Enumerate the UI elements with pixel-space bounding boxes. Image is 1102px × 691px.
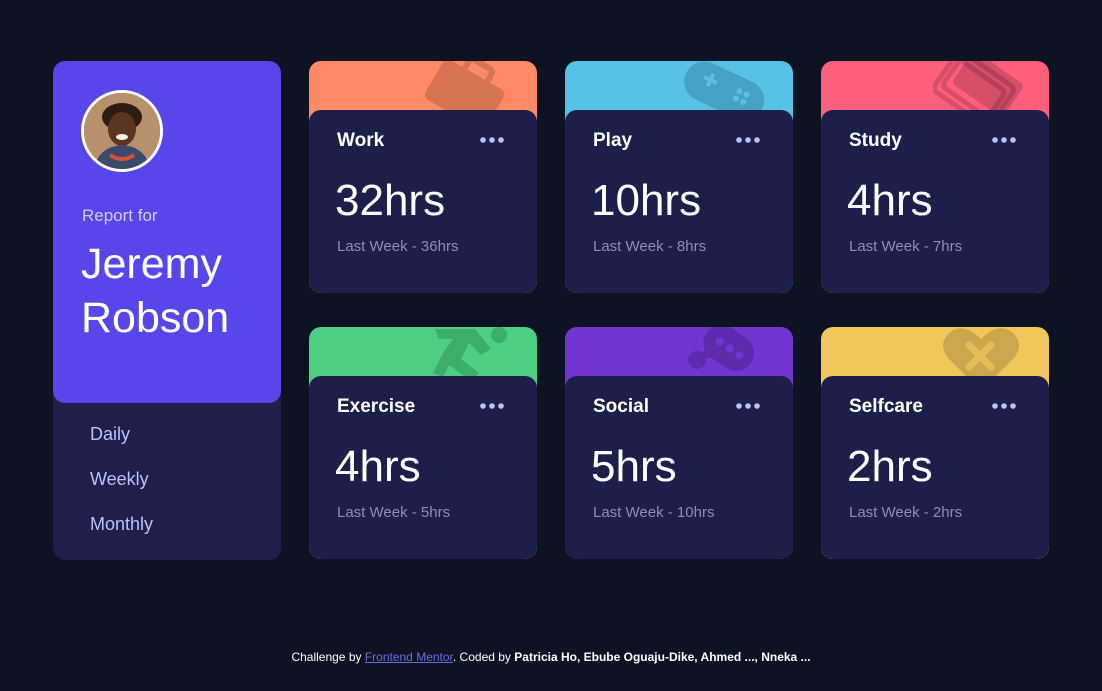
- selfcare-card-body[interactable]: Selfcare 2hrs Last Week - 2hrs: [821, 376, 1049, 559]
- play-card: Play 10hrs Last Week - 8hrs: [565, 61, 793, 293]
- study-card-body[interactable]: Study 4hrs Last Week - 7hrs: [821, 110, 1049, 293]
- ellipsis-icon[interactable]: [735, 132, 761, 148]
- period-daily[interactable]: Daily: [90, 419, 153, 464]
- work-card-body[interactable]: Work 32hrs Last Week - 36hrs: [309, 110, 537, 293]
- current-hours: 5hrs: [591, 442, 677, 491]
- current-hours: 4hrs: [335, 442, 421, 491]
- period-weekly[interactable]: Weekly: [90, 464, 153, 509]
- previous-hours: Last Week - 7hrs: [849, 238, 963, 255]
- current-hours: 10hrs: [591, 176, 702, 225]
- period-monthly[interactable]: Monthly: [90, 509, 153, 554]
- selfcare-card: Selfcare 2hrs Last Week - 2hrs: [821, 327, 1049, 559]
- attribution-authors: Patricia Ho, Ebube Oguaju-Dike, Ahmed ..…: [514, 650, 811, 664]
- user-name: Jeremy Robson: [81, 237, 271, 345]
- current-hours: 2hrs: [847, 442, 933, 491]
- profile-card: Report for Jeremy Robson Daily Weekly Mo…: [53, 61, 281, 560]
- ellipsis-icon[interactable]: [479, 132, 505, 148]
- card-title: Exercise: [337, 396, 416, 417]
- avatar: [81, 90, 163, 172]
- work-card: Work 32hrs Last Week - 36hrs: [309, 61, 537, 293]
- exercise-card-body[interactable]: Exercise 4hrs Last Week - 5hrs: [309, 376, 537, 559]
- profile-header: Report for Jeremy Robson: [53, 61, 281, 403]
- current-hours: 4hrs: [847, 176, 933, 225]
- card-title: Play: [593, 130, 633, 151]
- study-card: Study 4hrs Last Week - 7hrs: [821, 61, 1049, 293]
- user-first-name: Jeremy: [81, 240, 222, 288]
- previous-hours: Last Week - 36hrs: [337, 238, 459, 255]
- period-list: Daily Weekly Monthly: [90, 419, 153, 554]
- attribution-footer: Challenge by Frontend Mentor. Coded by P…: [0, 650, 1102, 664]
- play-card-body[interactable]: Play 10hrs Last Week - 8hrs: [565, 110, 793, 293]
- attribution-prefix: Challenge by: [291, 650, 365, 664]
- ellipsis-icon[interactable]: [479, 398, 505, 414]
- previous-hours: Last Week - 8hrs: [593, 238, 707, 255]
- ellipsis-icon[interactable]: [735, 398, 761, 414]
- previous-hours: Last Week - 10hrs: [593, 504, 715, 521]
- card-title: Study: [849, 130, 902, 151]
- card-title: Work: [337, 130, 385, 151]
- social-card: Social 5hrs Last Week - 10hrs: [565, 327, 793, 559]
- exercise-card: Exercise 4hrs Last Week - 5hrs: [309, 327, 537, 559]
- previous-hours: Last Week - 2hrs: [849, 504, 963, 521]
- report-for-label: Report for: [82, 206, 158, 225]
- frontend-mentor-link[interactable]: Frontend Mentor: [365, 650, 453, 664]
- social-card-body[interactable]: Social 5hrs Last Week - 10hrs: [565, 376, 793, 559]
- ellipsis-icon[interactable]: [991, 398, 1017, 414]
- previous-hours: Last Week - 5hrs: [337, 504, 451, 521]
- attribution-middle: . Coded by: [452, 650, 515, 664]
- card-title: Social: [593, 396, 649, 417]
- card-title: Selfcare: [849, 396, 923, 417]
- current-hours: 32hrs: [335, 176, 446, 225]
- ellipsis-icon[interactable]: [991, 132, 1017, 148]
- user-last-name: Robson: [81, 294, 230, 342]
